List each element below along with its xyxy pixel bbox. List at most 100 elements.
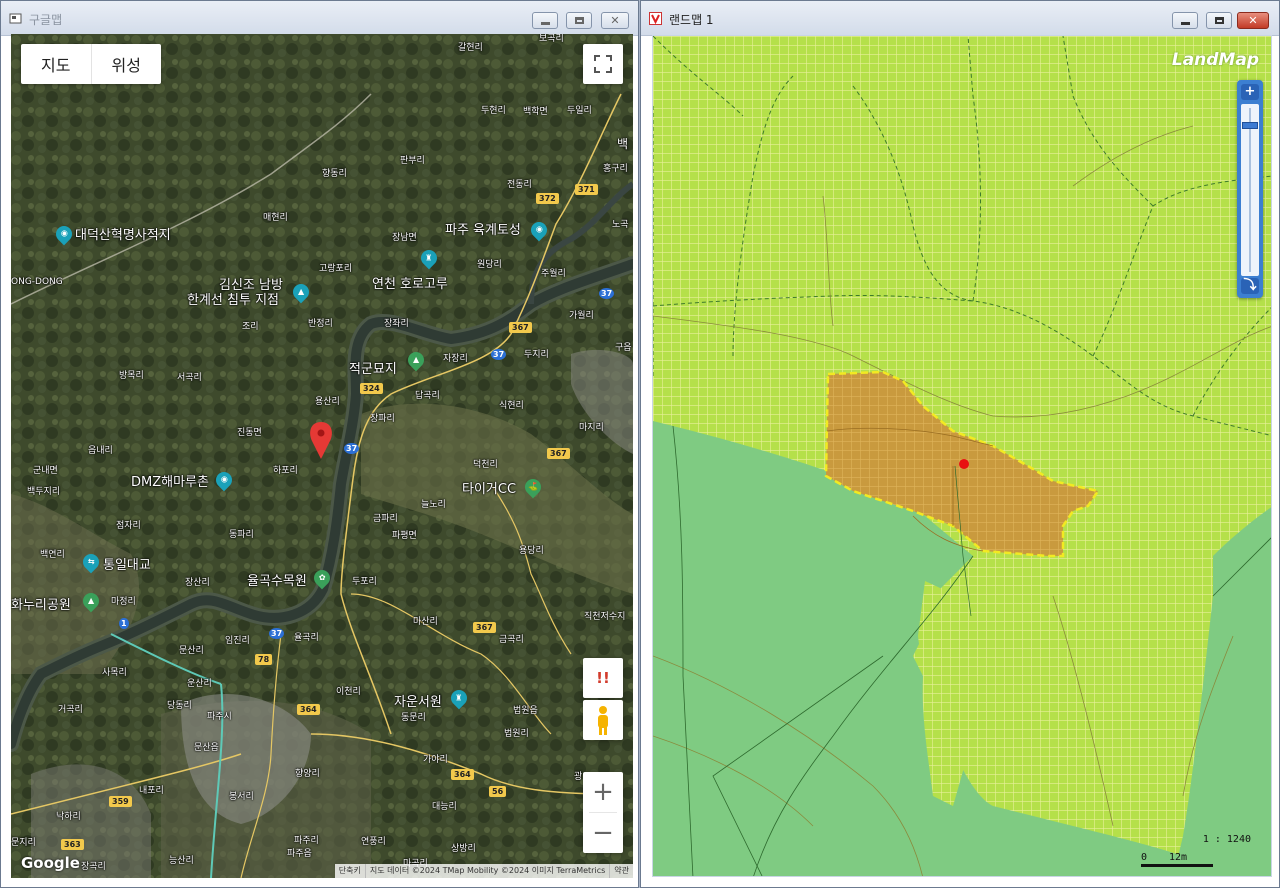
zoom-control: + − <box>583 772 623 853</box>
maximize-button[interactable] <box>1206 12 1232 29</box>
minimize-button[interactable] <box>532 12 558 29</box>
road-shield: 363 <box>61 839 84 850</box>
place-label: 장남면 <box>392 233 417 243</box>
place-label: 장곡리 <box>81 862 106 872</box>
fullscreen-icon <box>594 55 612 73</box>
place-label: 법원읍 <box>513 706 538 716</box>
place-label: 서곡리 <box>177 373 202 383</box>
place-label: 하포리 <box>273 466 298 476</box>
place-label: 파평면 <box>392 531 417 541</box>
poi-label[interactable]: 김신조 남방 <box>219 278 283 293</box>
fullscreen-button[interactable] <box>583 44 623 84</box>
right-titlebar[interactable]: 랜드맵 1 ✕ <box>641 1 1279 36</box>
place-label: 장산리 <box>185 578 210 588</box>
close-icon: ✕ <box>1248 14 1258 27</box>
poi-label[interactable]: 통일대교 <box>103 558 151 573</box>
place-label: ONG-DONG <box>11 277 63 287</box>
road-shield: 364 <box>451 769 474 780</box>
cadastral-map-canvas <box>653 36 1271 876</box>
road-shield: 367 <box>547 448 570 459</box>
place-label: 식현리 <box>499 401 524 411</box>
close-button[interactable]: ✕ <box>1237 12 1269 29</box>
map-footer: 단축키 지도 데이터 ©2024 TMap Mobility ©2024 이미지… <box>334 864 633 878</box>
minimize-button[interactable] <box>1172 12 1198 29</box>
place-label: 문산리 <box>179 646 204 656</box>
road-shield: 56 <box>489 786 507 797</box>
map-type-satellite-button[interactable]: 위성 <box>92 44 162 84</box>
map-data-attribution: 지도 데이터 ©2024 TMap Mobility ©2024 이미지 Ter… <box>364 864 609 878</box>
place-label big: 파주시 <box>207 712 232 722</box>
place-label: 백 <box>617 137 629 151</box>
place-label: 매현리 <box>263 213 288 223</box>
poi-label[interactable]: 타이거CC <box>462 482 516 497</box>
window-app-icon <box>9 13 22 24</box>
google-map-window: 구글맵 ✕ 갈현리 두현리 백학면 두일리 판부리 향동리 전동리 매현리 ◉ … <box>0 0 639 888</box>
poi-label[interactable]: 화누리공원 <box>11 598 71 613</box>
poi-label[interactable]: 자운서원 <box>394 695 442 710</box>
terms-link[interactable]: 약관 <box>609 864 633 878</box>
place-label: 판부리 <box>400 156 425 166</box>
scale-distance: 12m <box>1169 852 1188 863</box>
place-label: 법원리 <box>504 729 529 739</box>
poi-label[interactable]: 적군묘지 <box>349 362 397 377</box>
location-marker-icon <box>959 459 969 469</box>
place-label: 향동리 <box>322 169 347 179</box>
place-label: 직천저수지 <box>584 612 626 622</box>
place-label: 임진리 <box>225 636 250 646</box>
place-label: 대능리 <box>432 802 457 812</box>
scale-bar: 1 : 1240 0 12m <box>1141 834 1251 870</box>
road-shield: 371 <box>575 184 598 195</box>
zoom-out-button[interactable]: ⤵ <box>1241 278 1259 294</box>
street-view-button[interactable] <box>583 700 623 740</box>
keyboard-shortcuts-link[interactable]: 단축키 <box>335 864 365 878</box>
place-label: 홍구리 <box>603 164 628 174</box>
scale-zero: 0 <box>1141 852 1148 863</box>
map-type-map-button[interactable]: 지도 <box>21 44 92 84</box>
poi-label[interactable]: 파주 육계토성 <box>445 223 521 238</box>
place-label: 점자리 <box>116 521 141 531</box>
place-label: 노곡 <box>612 220 629 230</box>
place-label: 가월리 <box>569 311 594 321</box>
place-label: 거곡리 <box>58 705 83 715</box>
road-shield: 37 <box>599 288 615 299</box>
place-label: 읍내리 <box>88 446 113 456</box>
place-label: 원당리 <box>477 260 502 270</box>
place-label: 두현리 <box>481 106 506 116</box>
poi-label[interactable]: 대덕산혁명사적지 <box>75 228 171 243</box>
zoom-slider-thumb[interactable] <box>1242 122 1258 129</box>
place-label: 능산리 <box>169 856 194 866</box>
close-button[interactable]: ✕ <box>601 12 629 29</box>
cadastral-map[interactable]: LandMap + ⤵ 1 : 1240 0 12m <box>652 35 1272 877</box>
poi-label[interactable]: 한계선 침투 지점 <box>187 293 279 308</box>
minimize-icon <box>540 22 550 25</box>
poi-label[interactable]: 연천 호로고루 <box>372 277 448 292</box>
place-label: 파주읍 <box>287 849 312 859</box>
place-label: 백연리 <box>40 550 65 560</box>
place-label: 두지리 <box>524 350 549 360</box>
place-label: 동문리 <box>401 713 426 723</box>
road-shield: 367 <box>473 622 496 633</box>
place-label: 군내면 <box>33 466 58 476</box>
place-label: 광 <box>574 772 583 782</box>
google-logo: Google <box>21 854 80 872</box>
zoom-in-button[interactable]: + <box>583 772 623 812</box>
poi-label[interactable]: DMZ해마루촌 <box>131 475 209 490</box>
zoom-out-button[interactable]: − <box>583 813 623 853</box>
place-label: 연풍리 <box>361 837 386 847</box>
road-shield: 364 <box>297 704 320 715</box>
satellite-map[interactable]: 갈현리 두현리 백학면 두일리 판부리 향동리 전동리 매현리 ◉ 대덕산혁명사… <box>11 34 633 878</box>
poi-label[interactable]: 율곡수목원 <box>247 574 307 589</box>
place-label: 반정리 <box>308 319 333 329</box>
zoom-in-button[interactable]: + <box>1241 84 1259 100</box>
landmap-app-icon <box>649 12 662 25</box>
warning-button[interactable]: !! <box>583 658 623 698</box>
landmap-window: 랜드맵 1 ✕ LandMap + ⤵ 1: 1240 0 12m <box>640 0 1280 888</box>
place-label: 향양리 <box>295 769 320 779</box>
maximize-icon <box>1214 17 1224 24</box>
left-titlebar[interactable]: 구글맵 ✕ <box>1 1 638 36</box>
landmap-logo: LandMap <box>1171 50 1259 70</box>
maximize-button[interactable] <box>566 12 592 29</box>
road-shield: 78 <box>255 654 273 665</box>
close-icon: ✕ <box>610 14 620 27</box>
zoom-slider-track[interactable] <box>1241 104 1259 276</box>
